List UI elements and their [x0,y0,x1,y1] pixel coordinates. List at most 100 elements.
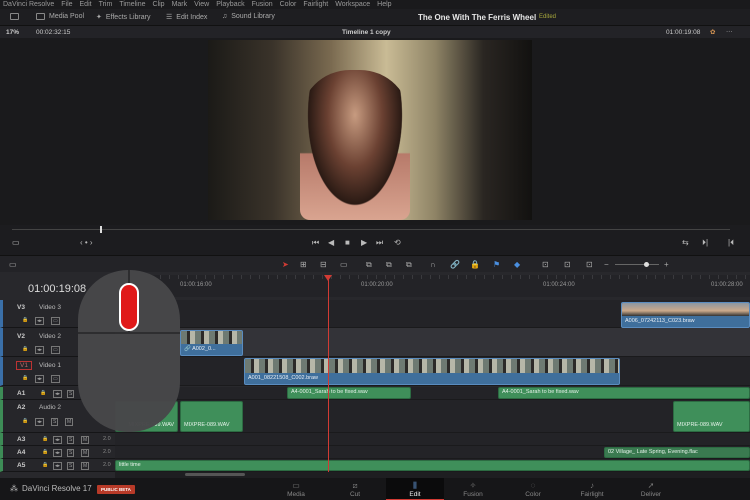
selection-tool-icon[interactable]: ➤ [282,260,289,269]
snapping-icon[interactable]: ∩ [430,260,436,269]
zoom-select[interactable]: 17% [6,29,19,36]
match-frame-icon[interactable]: ⇆ [682,238,689,247]
menu-timeline[interactable]: Timeline [119,1,145,8]
playhead-handle[interactable] [324,275,332,281]
auto-select-icon[interactable]: ◂▸ [35,375,45,383]
scrollbar-thumb[interactable] [185,473,245,476]
auto-select-icon[interactable]: ◂▸ [35,418,45,426]
solo-button[interactable]: S [67,390,75,398]
menu-trim[interactable]: Trim [99,1,113,8]
auto-select-icon[interactable]: ◂▸ [53,462,63,470]
timeline-select[interactable]: Timeline 1 copy [342,29,391,36]
page-fairlight[interactable]: ♪ Fairlight [563,478,621,500]
more-icon[interactable]: ··· [726,28,733,35]
lock-icon[interactable]: 🔒 [21,375,29,381]
zoom-detail-icon[interactable]: ⊡ [564,260,571,269]
mark-icon[interactable]: ⏵| [702,238,708,248]
menu-app[interactable]: DaVinci Resolve [3,1,54,8]
go-to-end-icon[interactable]: ⏭ [376,238,383,248]
lock-icon[interactable]: 🔒 [39,390,47,396]
audio-clip[interactable]: A4-0001_Sarah to be fixed.wav [287,387,411,399]
audio-clip[interactable]: little time [115,460,750,471]
menu-file[interactable]: File [61,1,72,8]
menu-workspace[interactable]: Workspace [335,1,370,8]
menu-playback[interactable]: Playback [216,1,244,8]
sound-library-button[interactable]: ♫ Sound Library [222,13,275,20]
page-color[interactable]: ◌ Color [504,478,562,500]
auto-select-icon[interactable]: ◂▸ [35,346,45,354]
track-name[interactable]: Video 3 [39,304,61,311]
video-clip[interactable]: A006_07242113_C023.braw [621,302,750,328]
dynamic-trim-icon[interactable]: ⊟ [320,260,327,269]
audio-clip[interactable]: 02 Village_ Late Spring, Evening.flac [604,447,750,458]
mark-out-icon[interactable]: |⏴ [728,238,734,248]
zoom-out-icon[interactable]: − [604,260,609,269]
flag-icon[interactable]: ⚑ [493,260,500,269]
lock-icon[interactable]: 🔒 [21,346,29,352]
page-fusion[interactable]: ✧ Fusion [444,478,502,500]
track-name[interactable]: Video 1 [39,362,61,369]
viewer-options-icon[interactable]: ▭ [12,238,20,247]
mute-button[interactable]: M [81,436,90,444]
auto-select-icon[interactable]: ◂▸ [53,436,63,444]
trim-tool-icon[interactable]: ⊞ [300,260,307,269]
menu-color[interactable]: Color [280,1,297,8]
audio-clip[interactable]: A4-0001_Sarah to be fixed.wav [498,387,750,399]
loop-icon[interactable]: ⟲ [394,238,401,247]
color-wheel-icon[interactable]: ✿ [710,28,715,36]
zoom-slider-handle[interactable] [644,262,649,267]
go-to-start-icon[interactable]: ⏮ [312,238,319,248]
menu-clip[interactable]: Clip [153,1,165,8]
mute-button[interactable]: M [81,462,90,470]
linked-selection-icon[interactable]: 🔗 [450,260,460,269]
play-icon[interactable]: ▶ [361,238,367,247]
media-pool-button[interactable]: Media Pool [36,13,84,20]
stop-icon[interactable]: ■ [345,238,350,247]
timeline-ruler[interactable]: 01:00:16:00 01:00:20:00 01:00:24:00 01:0… [115,275,750,297]
monitor-icon[interactable] [10,13,19,20]
auto-select-icon[interactable]: ◂▸ [53,449,63,457]
zoom-slider[interactable] [615,264,659,265]
position-lock-icon[interactable]: 🔒 [470,260,480,269]
solo-button[interactable]: S [67,462,75,470]
track-enable-icon[interactable]: ▭ [51,317,60,325]
destination-control[interactable]: V1 [16,361,32,370]
insert-clip-icon[interactable]: ⧉ [366,260,372,270]
solo-button[interactable]: S [51,418,59,426]
marker-icon[interactable]: ◆ [514,260,520,269]
page-edit[interactable]: ⫼ Edit [386,478,444,500]
blade-tool-icon[interactable]: ▭ [340,260,348,269]
layout-icon[interactable]: ▭ [9,260,17,269]
audio-clip[interactable]: MIXPRE-089.WAV [673,401,750,432]
lock-icon[interactable]: 🔒 [21,317,29,323]
menu-help[interactable]: Help [377,1,391,8]
audio-clip[interactable]: MIXPRE-089.WAV [180,401,243,432]
lock-icon[interactable]: 🔒 [41,462,49,468]
lock-icon[interactable]: 🔒 [41,449,49,455]
page-media[interactable]: ▭ Media [267,478,325,500]
track-name[interactable]: Video 2 [39,333,61,340]
track-enable-icon[interactable]: ▭ [51,375,60,383]
zoom-in-icon[interactable]: + [664,260,669,269]
page-deliver[interactable]: ➚ Deliver [622,478,680,500]
playhead[interactable] [328,277,329,472]
solo-button[interactable]: S [67,449,75,457]
menu-edit[interactable]: Edit [80,1,92,8]
overwrite-clip-icon[interactable]: ⧉ [386,260,392,270]
menu-fairlight[interactable]: Fairlight [303,1,328,8]
effects-library-button[interactable]: ✦ Effects Library [96,13,151,22]
menu-mark[interactable]: Mark [172,1,188,8]
edit-index-button[interactable]: ☰ Edit Index [166,13,207,22]
zoom-custom-icon[interactable]: ⊡ [586,260,593,269]
page-cut[interactable]: ⧄ Cut [326,478,384,500]
solo-button[interactable]: S [67,436,75,444]
play-reverse-icon[interactable]: ◀ [328,238,334,247]
video-clip[interactable]: A001_08221508_C002.braw [244,358,620,385]
video-clip[interactable]: 🔗 A002_0... [180,330,243,356]
prev-next-icon[interactable]: ‹ • › [80,238,93,247]
replace-clip-icon[interactable]: ⧉ [406,260,412,270]
menu-view[interactable]: View [194,1,209,8]
viewer-scrubber[interactable] [0,225,750,235]
menu-fusion[interactable]: Fusion [252,1,273,8]
zoom-full-icon[interactable]: ⊡ [542,260,549,269]
